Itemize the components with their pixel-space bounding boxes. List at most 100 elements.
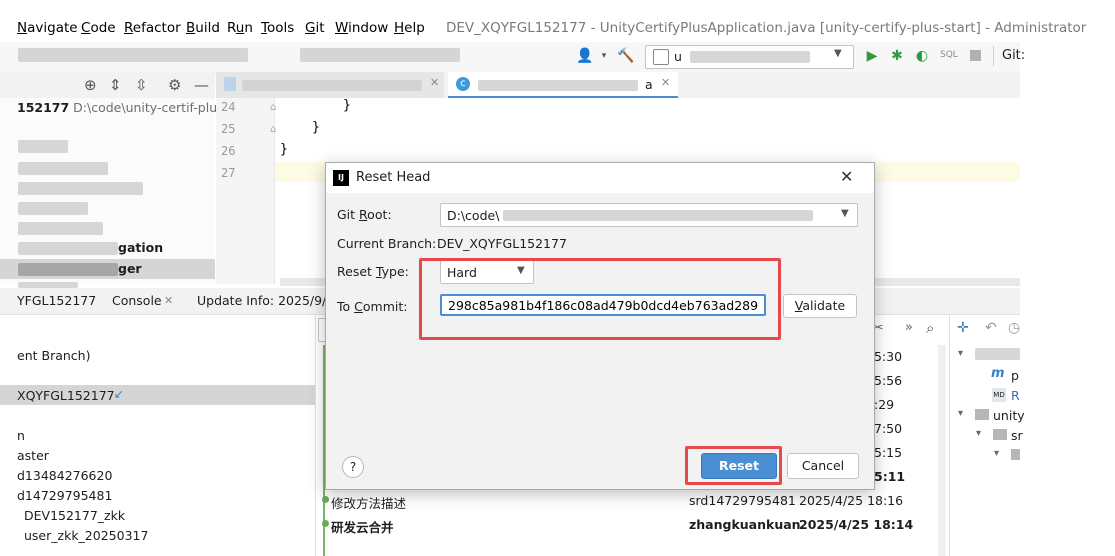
- blurred-tree-item: [18, 202, 88, 215]
- chevron-down-icon: ▼: [841, 208, 849, 219]
- intellij-logo-icon: IJ: [333, 170, 349, 186]
- dialog-title: Reset Head: [356, 170, 431, 185]
- markdown-icon: MD: [992, 388, 1006, 402]
- branch-item[interactable]: ent Branch): [17, 348, 90, 363]
- blurred-tree-item: [18, 182, 143, 195]
- detail-file-p[interactable]: p: [1011, 368, 1019, 383]
- close-icon[interactable]: ✕: [430, 76, 439, 89]
- branch-item[interactable]: n: [17, 428, 25, 443]
- commit-date: 2025/4/25 18:16: [799, 493, 904, 508]
- editor-tab-2[interactable]: c a ✕: [448, 72, 678, 98]
- code-line: }: [312, 120, 320, 135]
- tree-item-fragment[interactable]: gation: [118, 240, 163, 255]
- chevron-down-icon[interactable]: ▾: [596, 48, 612, 64]
- highlight-box-fields: [419, 258, 781, 340]
- current-branch-value: DEV_XQYFGL152177: [437, 236, 567, 251]
- highlight-box-reset: [685, 446, 782, 485]
- table-row[interactable]: 修改方法描述 srd14729795481 2025/4/25 18:16: [316, 490, 948, 512]
- cancel-button[interactable]: Cancel: [787, 453, 859, 479]
- branch-item[interactable]: d14729795481: [17, 488, 112, 503]
- coverage-icon[interactable]: ◐: [914, 48, 930, 64]
- folder-icon: [975, 409, 989, 420]
- locate-icon[interactable]: ⊕: [84, 76, 97, 94]
- close-icon[interactable]: ✕: [840, 167, 853, 186]
- menu-item[interactable]: Window: [335, 20, 388, 36]
- menu-item[interactable]: Code: [81, 20, 116, 36]
- undo-icon[interactable]: ↶: [985, 320, 997, 336]
- tab-name-suffix: a: [645, 77, 653, 92]
- menu-item[interactable]: Help: [394, 20, 425, 36]
- maven-icon: m: [991, 366, 1005, 381]
- commit-time: 7:50: [874, 421, 903, 436]
- help-icon[interactable]: ?: [342, 456, 364, 478]
- log-scrollbar[interactable]: [938, 345, 946, 556]
- debug-icon[interactable]: ✱: [889, 48, 905, 64]
- sql-icon[interactable]: SQL: [940, 50, 958, 60]
- git-root-label: Git Root:: [337, 207, 392, 222]
- validate-button[interactable]: Validate: [783, 294, 857, 318]
- run-config-select[interactable]: u ▼: [645, 45, 854, 69]
- tab-update-info[interactable]: Update Info: 2025/9/2: [197, 293, 334, 308]
- expand-icon[interactable]: ✛: [957, 320, 969, 336]
- menu-item[interactable]: Build: [186, 20, 220, 36]
- close-icon[interactable]: ✕: [164, 294, 173, 307]
- chevron-down-icon[interactable]: ▾: [958, 348, 963, 359]
- minimize-icon[interactable]: —: [194, 76, 209, 94]
- tab-git-branch[interactable]: YFGL152177: [17, 293, 96, 308]
- commit-date: 2025/4/25 18:14: [799, 517, 914, 532]
- user-icon[interactable]: 👤: [576, 48, 593, 64]
- collapse-all-icon[interactable]: ⇳: [135, 76, 148, 94]
- detail-folder-sr[interactable]: sr: [1011, 428, 1023, 443]
- chevron-down-icon[interactable]: ▾: [994, 448, 999, 459]
- git-root-select[interactable]: D:\code\ ▼: [440, 203, 858, 227]
- reset-type-label: Reset Type:: [337, 264, 409, 279]
- config-icon: [653, 49, 669, 65]
- git-label: Git:: [1002, 48, 1026, 63]
- commit-message: 修改方法描述: [331, 496, 407, 511]
- expand-all-icon[interactable]: ⇕: [109, 76, 122, 94]
- history-icon[interactable]: ◷: [1008, 320, 1020, 336]
- commit-time: 5:30: [874, 349, 903, 364]
- commit-author: zhangkuankuan: [689, 517, 801, 532]
- search-icon[interactable]: ⌕: [926, 319, 934, 337]
- more-icon[interactable]: »: [905, 320, 913, 335]
- run-icon[interactable]: ▶: [864, 48, 880, 64]
- gear-icon[interactable]: ⚙: [168, 76, 181, 94]
- commit-dot: [322, 496, 329, 503]
- fold-marker-icon[interactable]: ⌂: [270, 102, 276, 113]
- table-row[interactable]: 研发云合并 zhangkuankuan 2025/4/25 18:14: [316, 514, 948, 536]
- line-number: 26: [221, 144, 236, 158]
- close-icon[interactable]: ✕: [661, 76, 670, 89]
- run-config-label: u: [674, 49, 682, 64]
- detail-file-r[interactable]: R: [1011, 388, 1020, 403]
- tree-item-fragment[interactable]: ger: [118, 261, 142, 276]
- blurred-tree-item: [18, 242, 118, 255]
- menu-item[interactable]: Git: [305, 20, 325, 36]
- toolbar-divider: [993, 46, 994, 66]
- menu-item[interactable]: Navigate: [17, 20, 78, 36]
- menu-item[interactable]: Tools: [261, 20, 294, 36]
- blurred-path: [503, 210, 813, 221]
- blurred-detail-item: [975, 348, 1020, 360]
- chevron-down-icon[interactable]: ▾: [958, 408, 963, 419]
- menu-item[interactable]: Run: [227, 20, 253, 36]
- blurred-tab-name: [478, 80, 638, 91]
- project-root[interactable]: 152177 D:\code\unity-certif-plus\: [17, 100, 228, 115]
- blurred-breadcrumb-tail: [300, 48, 460, 62]
- chevron-down-icon[interactable]: ▾: [976, 428, 981, 439]
- branch-item[interactable]: DEV152177_zkk: [24, 508, 125, 523]
- branch-item[interactable]: XQYFGL152177: [17, 388, 115, 403]
- folder-icon: [993, 429, 1007, 440]
- stop-icon[interactable]: [970, 50, 981, 61]
- build-hammer-icon[interactable]: 🔨: [617, 48, 634, 64]
- commit-dot: [322, 520, 329, 527]
- detail-folder-unity[interactable]: unity: [993, 408, 1025, 423]
- tab-console[interactable]: Console: [112, 293, 162, 308]
- fold-marker-icon[interactable]: ⌂: [270, 124, 276, 135]
- editor-tab-1[interactable]: ✕: [216, 72, 444, 98]
- menu-item[interactable]: Refactor: [124, 20, 181, 36]
- blurred-breadcrumb: [18, 48, 248, 62]
- branch-item[interactable]: d13484276620: [17, 468, 112, 483]
- branch-item[interactable]: user_zkk_20250317: [24, 528, 148, 543]
- branch-item[interactable]: aster: [17, 448, 49, 463]
